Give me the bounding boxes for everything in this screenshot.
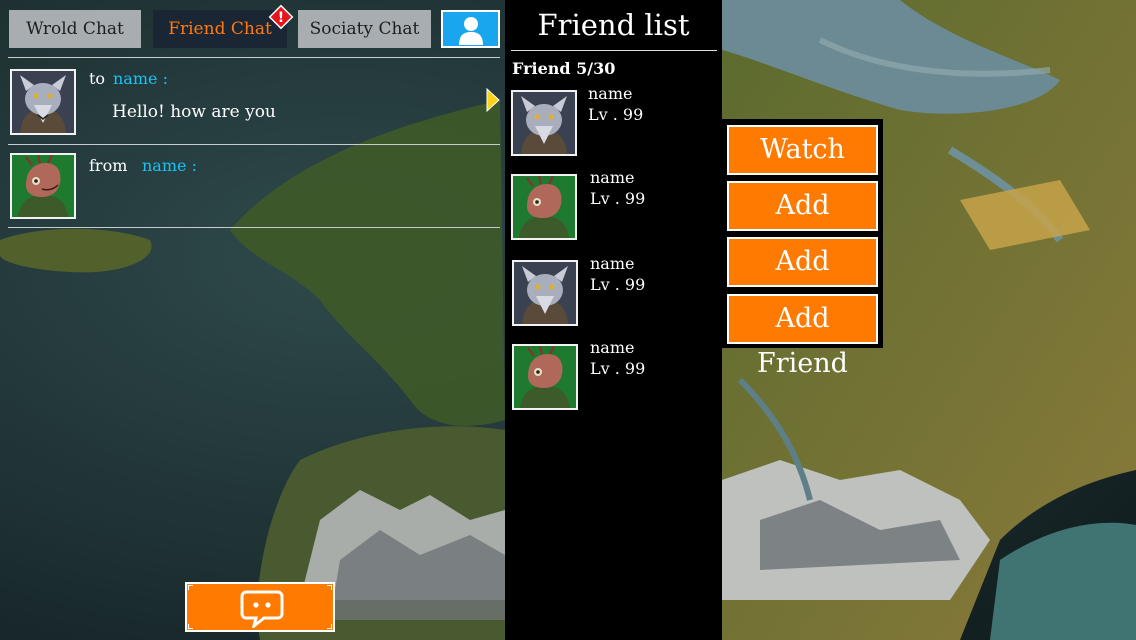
friend-action-menu: Watch Add Friend Add Friend Add Friend: [722, 119, 883, 379]
add-friend-button[interactable]: Add Friend: [727, 294, 878, 379]
friend-level: Lv . 99: [588, 105, 644, 124]
friend-level: Lv . 99: [590, 275, 646, 294]
avatar-lizard-warrior: [511, 174, 577, 240]
avatar-lizard-warrior: [512, 344, 578, 410]
chat-divider: [8, 57, 500, 58]
add-friend-button[interactable]: Add Friend: [727, 237, 878, 322]
avatar-wolf-warrior: [512, 260, 578, 326]
chat-divider: [8, 144, 500, 145]
watch-button[interactable]: Watch: [727, 125, 878, 175]
avatar-wolf-warrior[interactable]: [10, 69, 76, 135]
open-chat-input-button[interactable]: [185, 582, 335, 632]
message-sender-name[interactable]: name :: [142, 156, 197, 175]
friend-list-title: Friend list: [537, 8, 690, 42]
friend-level: Lv . 99: [590, 189, 646, 208]
friend-name: name: [588, 84, 633, 103]
play-arrow-icon[interactable]: [486, 88, 500, 112]
avatar-lizard-warrior[interactable]: [10, 153, 76, 219]
friend-list-item[interactable]: name Lv . 99: [505, 168, 722, 242]
tab-society-chat[interactable]: Sociaty Chat: [298, 10, 431, 48]
friend-list-item[interactable]: name Lv . 99: [505, 84, 722, 158]
message-direction: from: [89, 156, 128, 175]
profile-button[interactable]: [441, 10, 500, 48]
message-direction: to: [89, 69, 106, 88]
avatar-wolf-warrior: [511, 90, 577, 156]
friend-list-item[interactable]: name Lv . 99: [505, 254, 722, 328]
add-friend-button[interactable]: Add Friend: [727, 181, 878, 266]
friend-name: name: [590, 338, 635, 357]
tab-world-chat-label: Wrold Chat: [26, 19, 124, 39]
message-sender-name[interactable]: name :: [113, 69, 168, 88]
tab-friend-chat[interactable]: Friend Chat: [153, 10, 287, 48]
tab-friend-chat-label: Friend Chat: [168, 19, 272, 39]
user-icon: [459, 17, 483, 45]
friend-level: Lv . 99: [590, 359, 646, 378]
notification-alert-icon: !: [268, 4, 294, 30]
friend-name: name: [590, 254, 635, 273]
notification-alert-mark: !: [278, 10, 284, 26]
friend-name: name: [590, 168, 635, 187]
friend-list-item[interactable]: name Lv . 99: [505, 338, 722, 412]
tab-world-chat[interactable]: Wrold Chat: [9, 10, 141, 48]
speech-bubble-icon: [240, 590, 284, 628]
friend-count: Friend 5/30: [512, 59, 616, 78]
friend-list-panel: Friend list Friend 5/30 name Lv . 99 nam…: [505, 0, 722, 640]
chat-divider: [8, 227, 500, 228]
tab-society-chat-label: Sociaty Chat: [309, 19, 420, 39]
message-text: Hello! how are you: [112, 102, 276, 122]
friend-list-divider: [511, 50, 717, 51]
